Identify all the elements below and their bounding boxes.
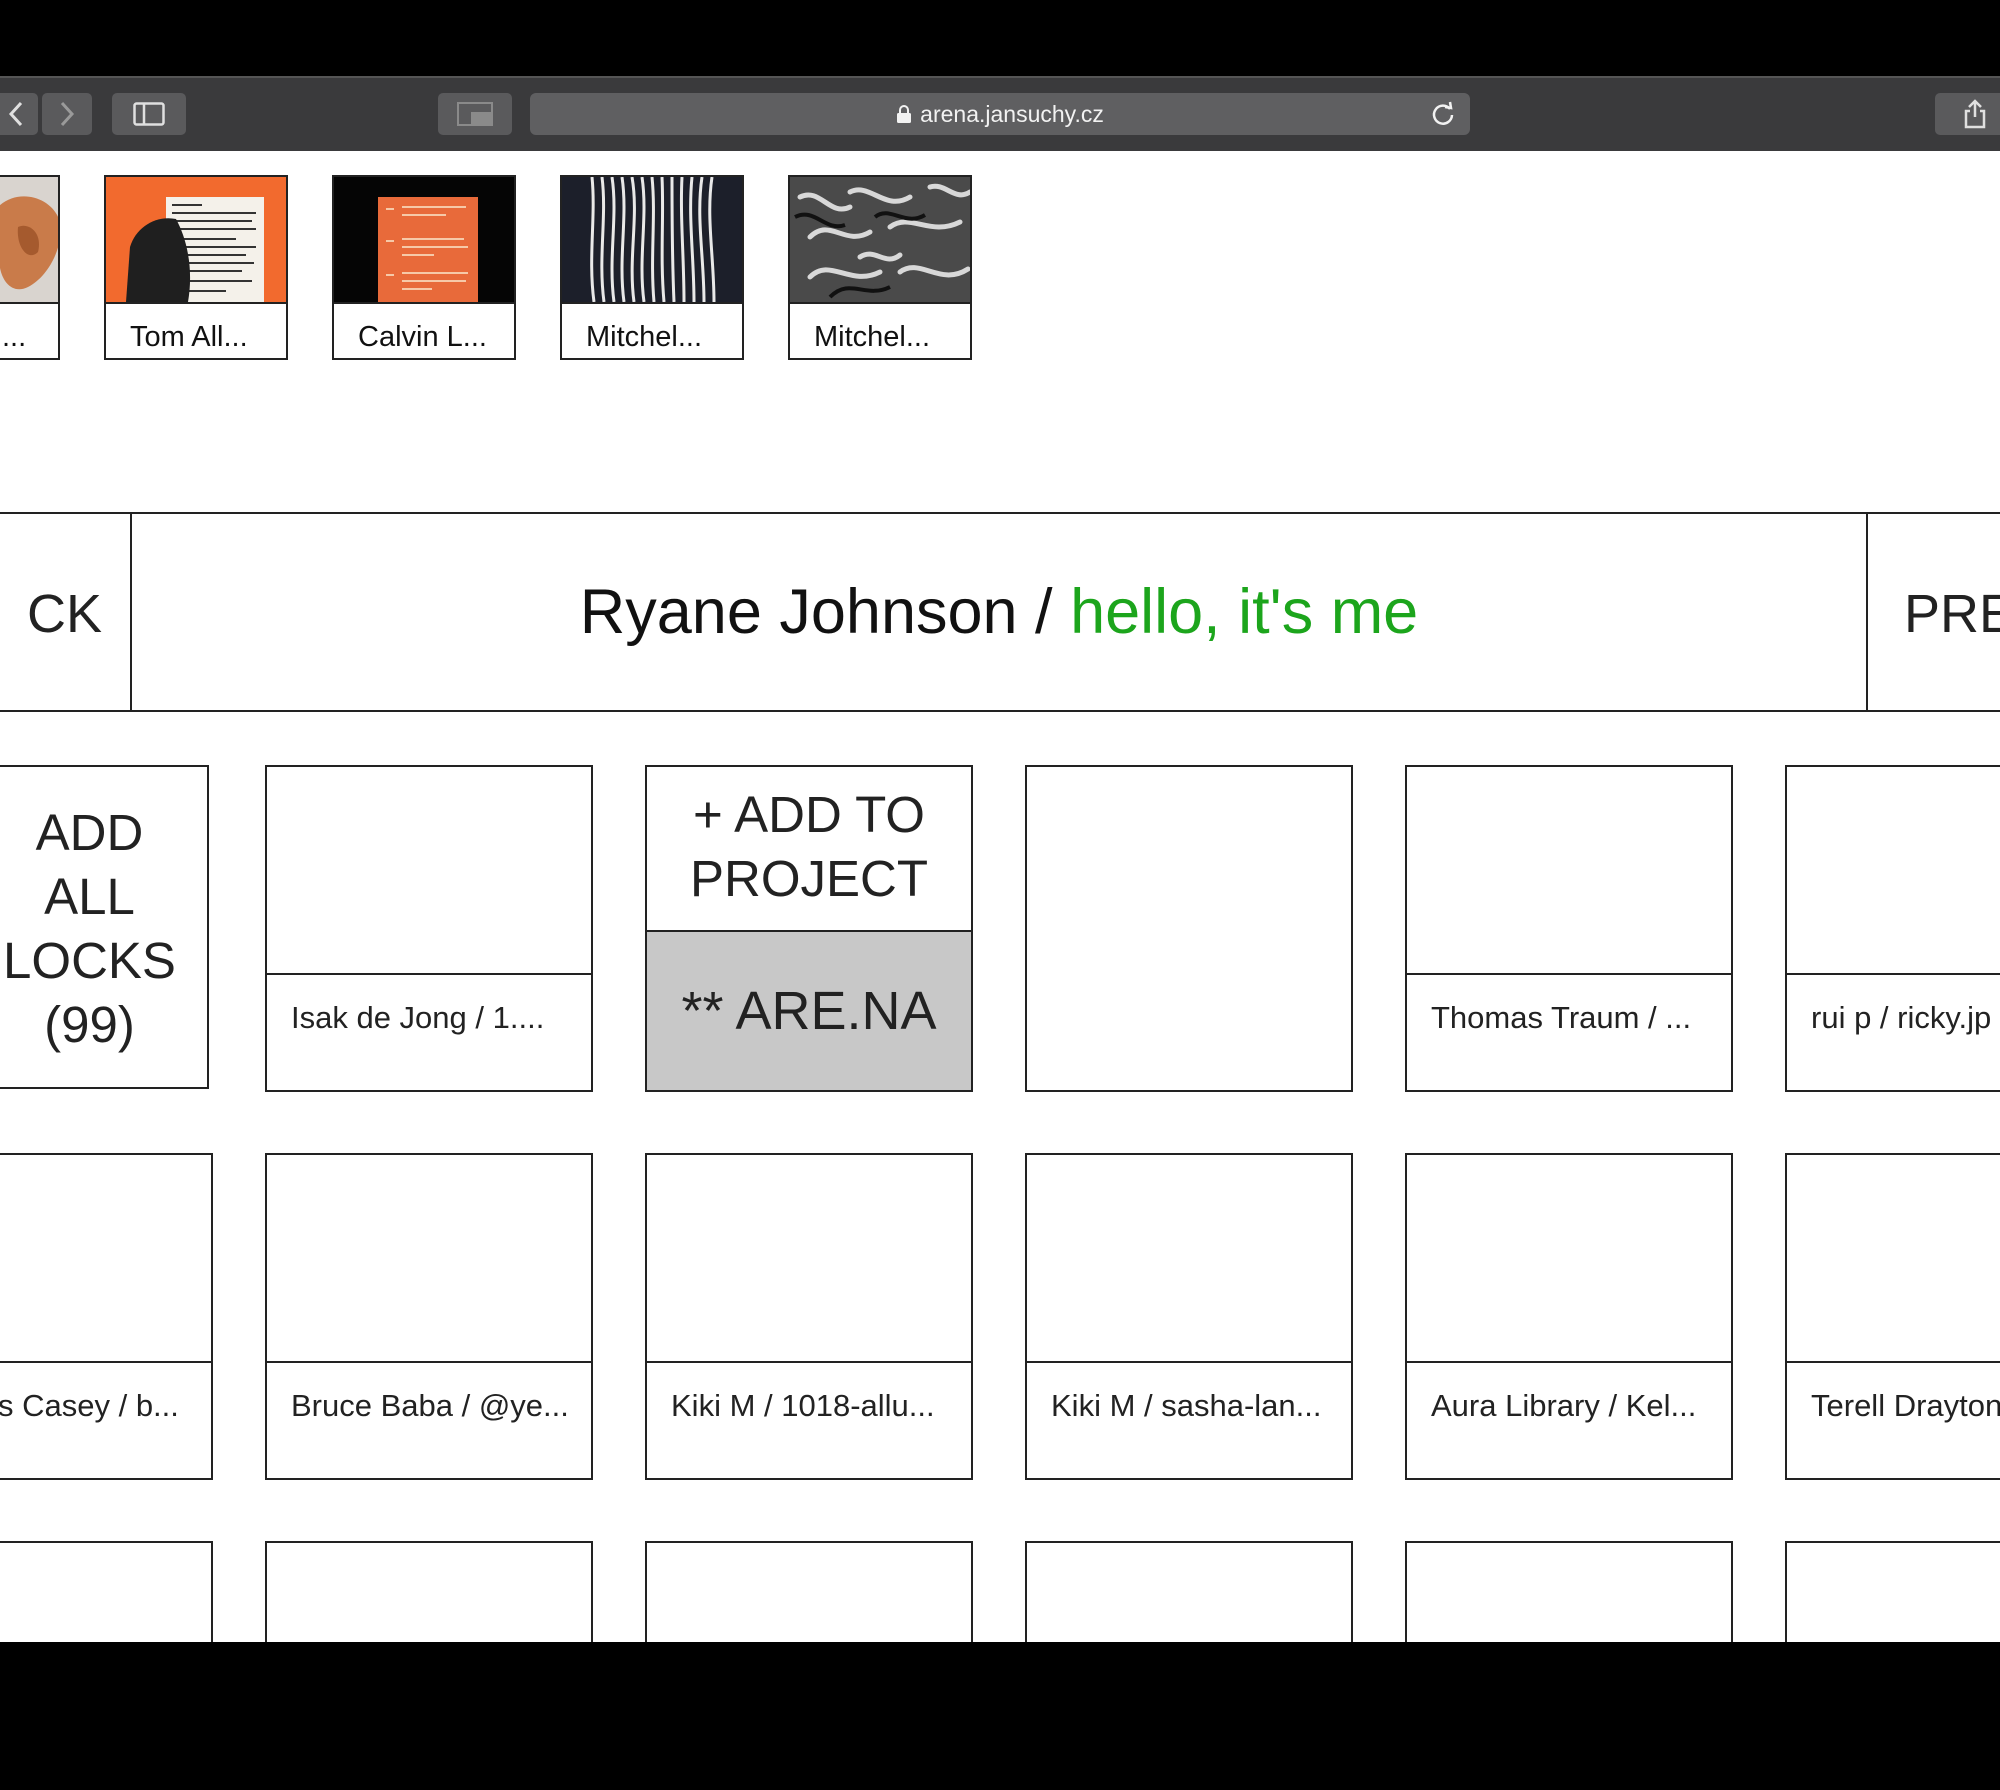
share-icon [1964, 99, 1986, 129]
add-to-project-button[interactable]: + ADD TO PROJECT [647, 767, 971, 927]
address-bar[interactable]: arena.jansuchy.cz [530, 93, 1470, 135]
block-caption: Kiki M / 1018-allu... [647, 1361, 971, 1478]
thumbnail-card[interactable]: Mitchel... [560, 175, 744, 360]
add-all-blocks-button[interactable]: ADD ALL LOCKS (99) [0, 765, 209, 1089]
thumbnail-caption: ... [0, 302, 58, 358]
thumbnail-card[interactable]: Calvin L... [332, 175, 516, 360]
block-caption: rui p / ricky.jp [1787, 973, 2000, 1090]
prev-link[interactable]: PRE [1866, 514, 2000, 710]
sidebar-icon [133, 102, 165, 126]
block-card[interactable] [1025, 1541, 1353, 1642]
block-caption: Terell Drayton [1787, 1361, 2000, 1478]
back-button[interactable] [0, 93, 38, 135]
thumbnail-card[interactable]: Mitchel... [788, 175, 972, 360]
channel-title: Ryane Johnson / hello, it's me [132, 514, 1866, 710]
chevron-left-icon [8, 101, 23, 127]
chevron-right-icon [60, 101, 75, 127]
block-caption: Kiki M / sasha-lan... [1027, 1361, 1351, 1478]
block-card[interactable] [1405, 1541, 1733, 1642]
picture-in-picture-button[interactable] [438, 93, 512, 135]
channel-header: CK Ryane Johnson / hello, it's me PRE [0, 512, 2000, 712]
lock-icon [896, 104, 912, 124]
thumbnail-image [106, 177, 286, 302]
forward-button[interactable] [42, 93, 92, 135]
block-caption: Thomas Traum / ... [1407, 973, 1731, 1090]
block-card[interactable]: rui p / ricky.jp [1785, 765, 2000, 1092]
thumbnail-card[interactable]: ... [0, 175, 60, 360]
block-caption: Isak de Jong / 1.... [267, 973, 591, 1090]
block-caption: Bruce Baba / @ye... [267, 1361, 591, 1478]
web-page: ... Tom All... Calvin L... Mitchel... Mi… [0, 151, 2000, 1642]
block-card[interactable]: Kiki M / sasha-lan... [1025, 1153, 1353, 1480]
block-caption: Aura Library / Kel... [1407, 1361, 1731, 1478]
block-card[interactable] [0, 1541, 213, 1642]
block-card[interactable] [265, 1541, 593, 1642]
browser-toolbar: arena.jansuchy.cz [0, 76, 2000, 151]
block-card[interactable]: Aura Library / Kel... [1405, 1153, 1733, 1480]
block-card[interactable] [1025, 765, 1353, 1092]
arena-button[interactable]: ** ARE.NA [647, 930, 971, 1090]
thumbnail-image [334, 177, 514, 302]
block-caption: s Casey / b... [0, 1361, 211, 1478]
add-to-project-panel: + ADD TO PROJECT ** ARE.NA [645, 765, 973, 1092]
thumbnail-caption: Calvin L... [334, 302, 514, 358]
thumbnail-card[interactable]: Tom All... [104, 175, 288, 360]
share-button[interactable] [1935, 93, 2000, 135]
thumbnail-image [562, 177, 742, 302]
block-card[interactable]: Terell Drayton [1785, 1153, 2000, 1480]
thumbnail-caption: Mitchel... [790, 302, 970, 358]
channel-name[interactable]: hello, it's me [1070, 576, 1418, 648]
picture-in-picture-icon [457, 102, 493, 126]
thumbnail-image [0, 177, 58, 302]
block-card[interactable]: s Casey / b... [0, 1153, 213, 1480]
block-card[interactable]: Isak de Jong / 1.... [265, 765, 593, 1092]
back-link[interactable]: CK [0, 514, 132, 710]
block-card[interactable]: Bruce Baba / @ye... [265, 1153, 593, 1480]
thumbnail-caption: Mitchel... [562, 302, 742, 358]
channel-owner[interactable]: Ryane Johnson / [580, 576, 1070, 648]
block-card[interactable]: Kiki M / 1018-allu... [645, 1153, 973, 1480]
sidebar-toggle-button[interactable] [112, 93, 186, 135]
thumbnail-image [790, 177, 970, 302]
thumbnail-caption: Tom All... [106, 302, 286, 358]
block-card[interactable]: Thomas Traum / ... [1405, 765, 1733, 1092]
block-card[interactable] [645, 1541, 973, 1642]
url-text: arena.jansuchy.cz [920, 100, 1104, 127]
reload-icon[interactable] [1430, 101, 1456, 133]
block-card[interactable] [1785, 1541, 2000, 1642]
